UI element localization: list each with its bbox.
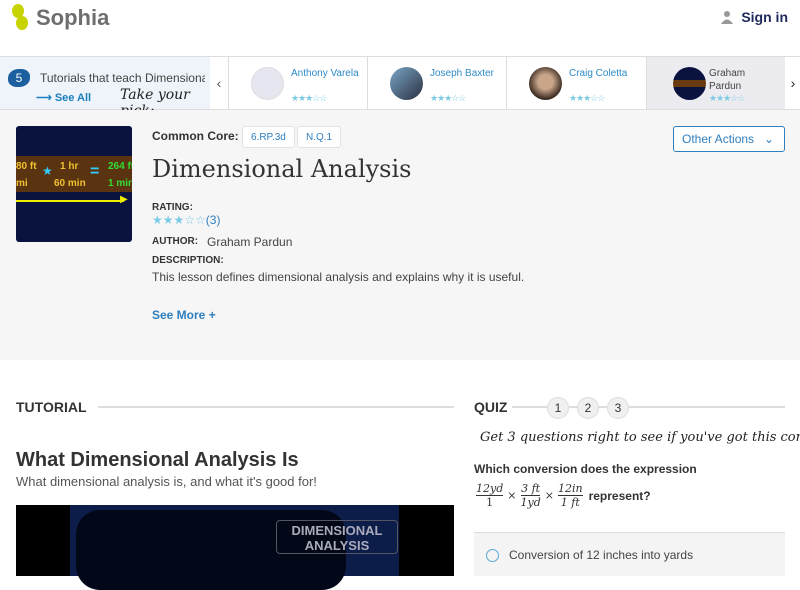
- chevron-right-icon: ›: [790, 75, 796, 91]
- card-rating: ★★★☆☆: [291, 93, 327, 103]
- quiz-question-1[interactable]: 1: [547, 397, 569, 419]
- times-icon: ×: [544, 489, 554, 502]
- rating-stars: ★★★☆☆: [152, 213, 206, 227]
- arrow-right-icon: ⟶: [36, 92, 55, 104]
- thumb-text: 1 hr: [60, 161, 79, 172]
- quiz-question: Which conversion does the expression: [474, 462, 697, 476]
- thumb-text: 264 ft: [108, 161, 132, 172]
- card-author: Anthony Varela: [291, 68, 359, 79]
- equals-icon: =: [90, 163, 100, 180]
- standard-tag[interactable]: 6.RP.3d: [242, 126, 295, 148]
- author-name[interactable]: Graham Pardun: [207, 235, 292, 249]
- tutorial-card[interactable]: Craig Coletta ★★★☆☆: [506, 57, 646, 109]
- lesson-summary: 80 ft mi ★ 1 hr 60 min = 264 ft 1 min ▶ …: [0, 110, 800, 360]
- lesson-thumbnail: 80 ft mi ★ 1 hr 60 min = 264 ft 1 min ▶: [16, 126, 132, 242]
- numerator: 3 ft: [521, 482, 541, 496]
- video-title-overlay: DIMENSIONAL ANALYSIS: [276, 520, 398, 554]
- arrow-head-icon: ▶: [120, 194, 128, 205]
- times-icon: ×: [507, 489, 517, 502]
- tutorial-carousel: 5 Tutorials that teach Dimensional Analy…: [0, 56, 800, 119]
- tutorial-heading: TUTORIAL: [16, 399, 87, 415]
- arrow-line: [16, 200, 124, 202]
- sign-in-label: Sign in: [741, 9, 788, 25]
- quiz-prompt: Get 3 questions right to see if you've g…: [480, 430, 800, 445]
- chevron-down-icon: ⌄: [764, 132, 775, 146]
- thumb-text: 1 min: [108, 178, 132, 189]
- tutorial-title: What Dimensional Analysis Is: [16, 449, 299, 471]
- other-actions-button[interactable]: Other Actions ⌄: [673, 126, 785, 152]
- numerator: 12in: [557, 482, 583, 496]
- avatar: [251, 67, 284, 100]
- quiz-expression: 12yd 1 × 3 ft 1yd × 12in 1 ft represent?: [476, 482, 651, 509]
- rating-label: RATING:: [152, 202, 193, 213]
- avatar: [529, 67, 562, 100]
- avatar: [390, 67, 423, 100]
- carousel-next-button[interactable]: ›: [784, 57, 800, 109]
- answer-option[interactable]: Conversion of 12 inches into yards: [474, 532, 785, 576]
- thumb-text: 80 ft: [16, 161, 37, 172]
- carousel-prev-button[interactable]: ‹: [210, 57, 228, 109]
- carousel-intro: 5 Tutorials that teach Dimensional Analy…: [0, 57, 210, 119]
- description: This lesson defines dimensional analysis…: [152, 270, 525, 284]
- author-label: AUTHOR:: [152, 236, 199, 247]
- card-author: Graham Pardun: [709, 68, 746, 92]
- chevron-left-icon: ‹: [216, 75, 222, 91]
- lesson-title: Dimensional Analysis: [152, 155, 412, 183]
- denominator: 1yd: [520, 496, 541, 509]
- tutorial-card-selected[interactable]: Graham Pardun ★★★☆☆: [646, 57, 785, 109]
- tutorial-card[interactable]: Anthony Varela ★★★☆☆: [228, 57, 367, 109]
- denominator: 1 ft: [560, 496, 580, 509]
- fraction: 12in 1 ft: [557, 482, 583, 509]
- quiz-heading: QUIZ: [474, 399, 508, 415]
- carousel-title: Tutorials that teach Dimensional Analysi…: [40, 71, 205, 85]
- denominator: 1: [486, 496, 494, 509]
- card-author: Craig Coletta: [569, 68, 628, 79]
- card-rating: ★★★☆☆: [430, 93, 466, 103]
- rating: ★★★☆☆(3): [152, 213, 220, 227]
- thumb-text: 60 min: [54, 178, 86, 189]
- question-end: represent?: [588, 488, 651, 503]
- see-all-link[interactable]: ⟶ See All: [36, 91, 91, 104]
- top-header: Sophia Sign in: [0, 0, 800, 56]
- tutorial-count-badge: 5: [8, 69, 30, 87]
- sign-in-link[interactable]: Sign in: [721, 9, 788, 25]
- divider: [98, 406, 454, 408]
- rating-count[interactable]: (3): [206, 213, 221, 227]
- fraction: 3 ft 1yd: [520, 482, 540, 509]
- star-icon: ★: [42, 164, 53, 178]
- video-frame: DIMENSIONAL ANALYSIS: [70, 505, 399, 590]
- see-all-label: See All: [54, 92, 92, 104]
- card-author: Joseph Baxter: [430, 68, 494, 79]
- quiz-question-2[interactable]: 2: [577, 397, 599, 419]
- tutorial-card[interactable]: Joseph Baxter ★★★☆☆: [367, 57, 506, 109]
- user-icon: [721, 11, 734, 24]
- see-more-link[interactable]: See More +: [152, 308, 216, 322]
- sophia-logo-icon: [12, 4, 28, 30]
- avatar: [673, 67, 706, 100]
- thumb-text: mi: [16, 178, 28, 189]
- video-player[interactable]: DIMENSIONAL ANALYSIS: [16, 505, 454, 590]
- description-label: DESCRIPTION:: [152, 255, 224, 266]
- card-rating: ★★★☆☆: [569, 93, 605, 103]
- radio-button[interactable]: [486, 549, 499, 562]
- card-rating: ★★★☆☆: [709, 93, 745, 103]
- tutorial-subtitle: What dimensional analysis is, and what i…: [16, 474, 317, 489]
- standard-tag[interactable]: N.Q.1: [297, 126, 342, 148]
- numerator: 12yd: [476, 482, 504, 496]
- fraction: 12yd 1: [476, 482, 504, 509]
- answer-label: Conversion of 12 inches into yards: [509, 548, 694, 562]
- other-actions-label: Other Actions: [682, 132, 755, 146]
- brand-name[interactable]: Sophia: [36, 5, 109, 31]
- common-core-label: Common Core:: [152, 129, 239, 143]
- quiz-question-3[interactable]: 3: [607, 397, 629, 419]
